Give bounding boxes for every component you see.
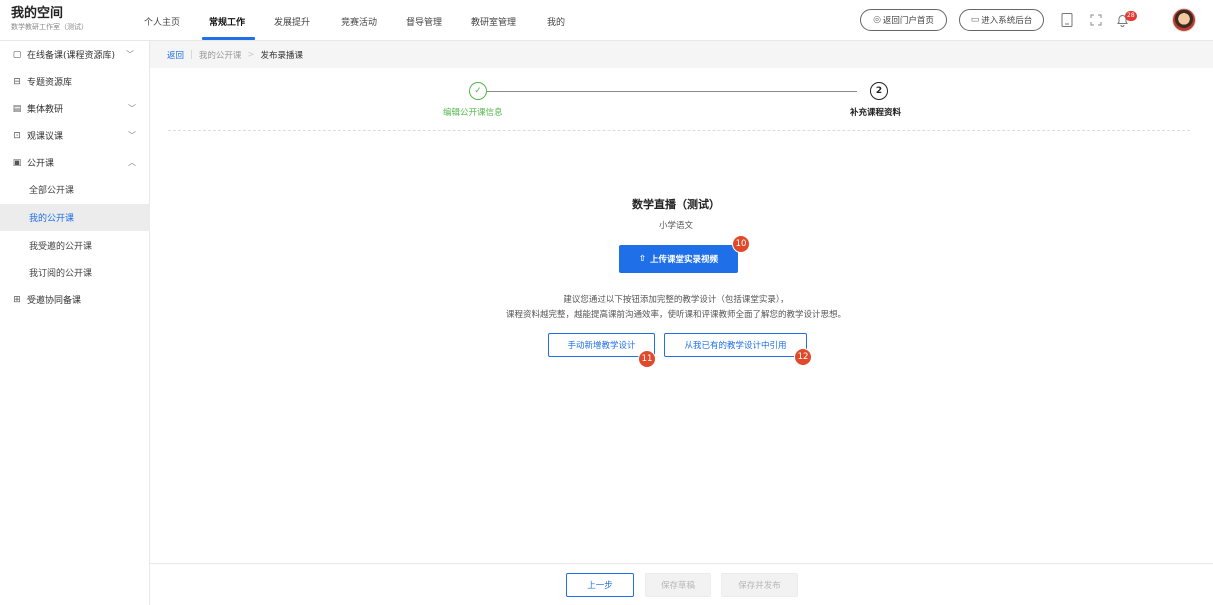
save-draft-button[interactable]: 保存草稿 (645, 573, 711, 597)
admin-backend-label: 进入系统后台 (981, 16, 1033, 26)
portal-home-label: 返回门户首页 (882, 16, 934, 26)
step-1-label[interactable]: 编辑公开课信息 (443, 106, 503, 118)
sidebar-item-group-research[interactable]: ▤ 集体教研 ﹀ (0, 95, 150, 122)
steps-connector (486, 91, 857, 92)
sidebar-item-my-open-classes[interactable]: 我的公开课 (0, 204, 150, 231)
quote-existing-badge: 12 (794, 348, 812, 366)
folder-icon: ⊟ (13, 76, 21, 87)
breadcrumb-current: 发布录播课 (260, 50, 304, 61)
sidebar-item-label: 公开课 (27, 159, 55, 169)
sidebar-item-observe-class[interactable]: ⊡ 观课议课 ﹀ (0, 122, 150, 149)
sidebar-item-open-class[interactable]: ▣ 公开课 ︿ (0, 149, 150, 176)
sidebar-item-online-prep[interactable]: ▢ 在线备课(课程资源库) ﹀ (0, 41, 150, 68)
chevron-down-icon: ﹀ (126, 50, 134, 59)
chevron-down-icon: ﹀ (128, 131, 136, 140)
save-and-publish-button[interactable]: 保存并发布 (721, 573, 798, 597)
breadcrumb: 返回 | 我的公开课 > 发布录播课 (150, 41, 1213, 68)
sidebar-item-label: 受邀协同备课 (27, 296, 82, 306)
brand-subtitle: 数学教研工作室（测试） (11, 23, 88, 31)
nav-home[interactable]: 个人主页 (144, 15, 180, 28)
fullscreen-icon[interactable] (1087, 11, 1105, 29)
main-panel: ✓ 2 编辑公开课信息 补充课程资料 数学直播（测试） 小学语文 ⇧ 上传课堂实… (150, 68, 1213, 563)
course-title: 数学直播（测试） (632, 198, 720, 211)
nav-supervision[interactable]: 督导管理 (406, 15, 442, 28)
step-1-circle: ✓ (469, 82, 487, 100)
sidebar-item-subscribed-open-classes[interactable]: 我订阅的公开课 (0, 259, 150, 286)
mobile-icon[interactable] (1058, 11, 1076, 29)
upload-video-label: 上传课堂实录视频 (650, 255, 719, 265)
breadcrumb-separator: > (247, 49, 255, 60)
top-header: 我的空间 数学教研工作室（测试） 个人主页 常规工作 发展提升 竞赛活动 督导管… (0, 0, 1213, 41)
divider (168, 130, 1190, 131)
avatar[interactable] (1172, 8, 1196, 32)
breadcrumb-back-link[interactable]: 返回 (167, 49, 184, 61)
check-icon: ✓ (474, 86, 482, 96)
step-2-circle: 2 (870, 82, 888, 100)
quote-existing-design-button[interactable]: 从我已有的教学设计中引用 (664, 333, 807, 357)
sidebar-item-label: 在线备课(课程资源库) (27, 51, 116, 61)
manual-add-badge: 11 (638, 350, 656, 368)
admin-backend-button[interactable]: ▭ 进入系统后台 (959, 9, 1044, 31)
nav-development[interactable]: 发展提升 (274, 15, 310, 28)
collab-icon: ⊞ (13, 294, 21, 305)
upload-button-badge: 10 (732, 235, 750, 253)
footer-actions: 上一步 保存草稿 保存并发布 (150, 563, 1213, 605)
breadcrumb-parent-link[interactable]: 我的公开课 (199, 49, 242, 61)
previous-step-button[interactable]: 上一步 (566, 573, 634, 597)
document-icon: ▢ (12, 49, 22, 60)
sidebar-item-label: 我订阅的公开课 (29, 269, 93, 279)
sidebar: ▢ 在线备课(课程资源库) ﹀ ⊟ 专题资源库 ▤ 集体教研 ﹀ ⊡ 观课议课 … (0, 41, 150, 605)
sidebar-item-collab-prep[interactable]: ⊞ 受邀协同备课 (0, 286, 150, 313)
step-2-label: 补充课程资料 (850, 108, 902, 118)
observe-icon: ⊡ (13, 130, 21, 141)
compass-icon: ◎ (873, 15, 881, 25)
open-class-icon: ▣ (12, 157, 22, 168)
nav-mine[interactable]: 我的 (547, 15, 565, 28)
nav-competition[interactable]: 竞赛活动 (341, 15, 377, 28)
sidebar-item-topic-resources[interactable]: ⊟ 专题资源库 (0, 68, 150, 95)
notification-count-badge: 28 (1125, 11, 1137, 21)
brand: 我的空间 数学教研工作室（测试） (11, 6, 88, 33)
nav-active-indicator (202, 37, 255, 40)
upload-video-button[interactable]: ⇧ 上传课堂实录视频 (619, 245, 738, 273)
course-subject: 小学语文 (658, 221, 693, 231)
nav-research-office[interactable]: 教研室管理 (471, 15, 516, 28)
sidebar-item-all-open-classes[interactable]: 全部公开课 (0, 176, 150, 203)
group-icon: ▤ (12, 103, 22, 114)
hint-line-1: 建议您通过以下按钮添加完整的教学设计（包括课堂实录）， (563, 295, 789, 305)
sidebar-item-label: 集体教研 (27, 105, 64, 115)
sidebar-item-label: 我的公开课 (29, 214, 75, 224)
nav-routine-work[interactable]: 常规工作 (209, 15, 245, 28)
sidebar-item-label: 我受邀的公开课 (29, 242, 93, 252)
chevron-up-icon: ︿ (128, 158, 136, 167)
brand-title: 我的空间 (11, 6, 64, 21)
breadcrumb-divider: | (190, 49, 193, 60)
chat-icon: ▭ (970, 15, 980, 25)
sidebar-item-label: 观课议课 (27, 132, 64, 142)
portal-home-button[interactable]: ◎ 返回门户首页 (860, 9, 947, 31)
upload-icon: ⇧ (638, 254, 647, 264)
chevron-down-icon: ﹀ (128, 104, 136, 113)
sidebar-item-label: 专题资源库 (27, 78, 73, 88)
sidebar-item-label: 全部公开课 (29, 186, 75, 196)
hint-line-2: 课程资料越完整，越能提高课前沟通效率，使听课和评课教师全面了解您的教学设计思想。 (505, 310, 846, 320)
sidebar-item-invited-open-classes[interactable]: 我受邀的公开课 (0, 232, 150, 259)
